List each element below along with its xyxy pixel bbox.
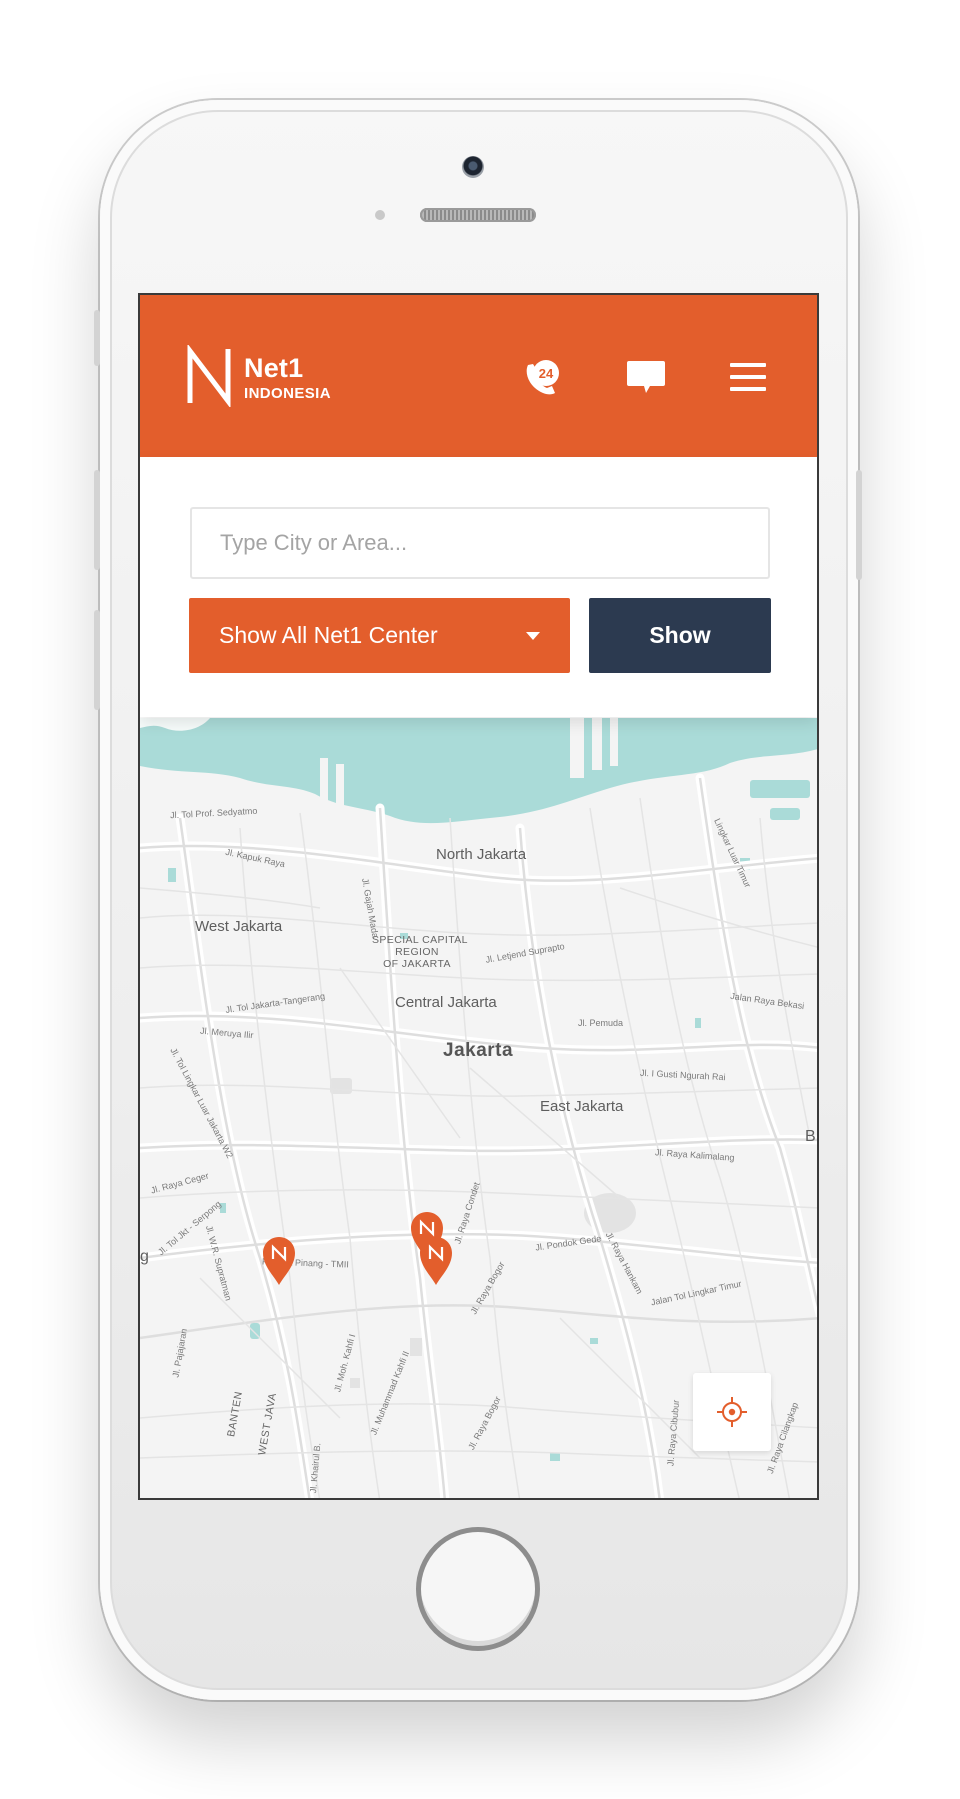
home-button[interactable] [416, 1527, 540, 1651]
proximity-sensor [375, 210, 385, 220]
phone-24-icon[interactable]: 24 [522, 357, 566, 397]
map-label-region: SPECIAL CAPITAL REGION OF JAKARTA [372, 934, 468, 970]
region-line-3: OF JAKARTA [383, 958, 451, 970]
app-header: Net1 INDONESIA 24 [140, 295, 817, 457]
city-search-input[interactable] [190, 507, 770, 579]
power-button [856, 470, 862, 580]
map-label-central-jakarta: Central Jakarta [395, 994, 497, 1011]
region-line-1: SPECIAL CAPITAL [372, 934, 468, 946]
brand-name: Net1 [244, 353, 304, 383]
map-edge-label-left: g [140, 1248, 149, 1265]
map-label-east-jakarta: East Jakarta [540, 1098, 624, 1115]
map-label-north-jakarta: North Jakarta [436, 846, 527, 863]
map-view[interactable]: North Jakarta West Jakarta Central Jakar… [140, 718, 817, 1498]
center-filter-dropdown[interactable]: Show All Net1 Center [189, 598, 570, 673]
street-label: Jl. Pemuda [578, 1018, 624, 1028]
call-badge: 24 [539, 366, 554, 381]
front-camera [462, 156, 484, 178]
show-button[interactable]: Show [589, 598, 771, 673]
brand-subtitle: INDONESIA [244, 385, 331, 402]
chevron-down-icon [526, 632, 540, 640]
map-label-jakarta: Jakarta [443, 1040, 514, 1061]
region-line-2: REGION [395, 946, 439, 958]
net1-n-mark [187, 345, 231, 407]
crosshair-locate-icon [717, 1397, 747, 1427]
hamburger-menu-icon[interactable] [726, 357, 770, 397]
chat-bubble-icon[interactable] [624, 357, 668, 397]
volume-down-button [94, 610, 100, 710]
map-edge-label-right: B [805, 1128, 816, 1145]
search-panel: Show All Net1 Center Show [140, 457, 817, 717]
dropdown-selected-label: Show All Net1 Center [219, 622, 438, 648]
map-label-west-jakarta: West Jakarta [195, 918, 283, 935]
net1-center-marker[interactable] [419, 1236, 453, 1286]
volume-up-button [94, 470, 100, 570]
locate-me-button[interactable] [693, 1373, 771, 1451]
silent-switch [94, 310, 100, 366]
phone-screen: Net1 INDONESIA 24 Show All [138, 293, 819, 1500]
earpiece-speaker [420, 208, 536, 222]
net1-logo[interactable]: Net1 INDONESIA [186, 345, 346, 407]
net1-center-marker[interactable] [262, 1236, 296, 1286]
